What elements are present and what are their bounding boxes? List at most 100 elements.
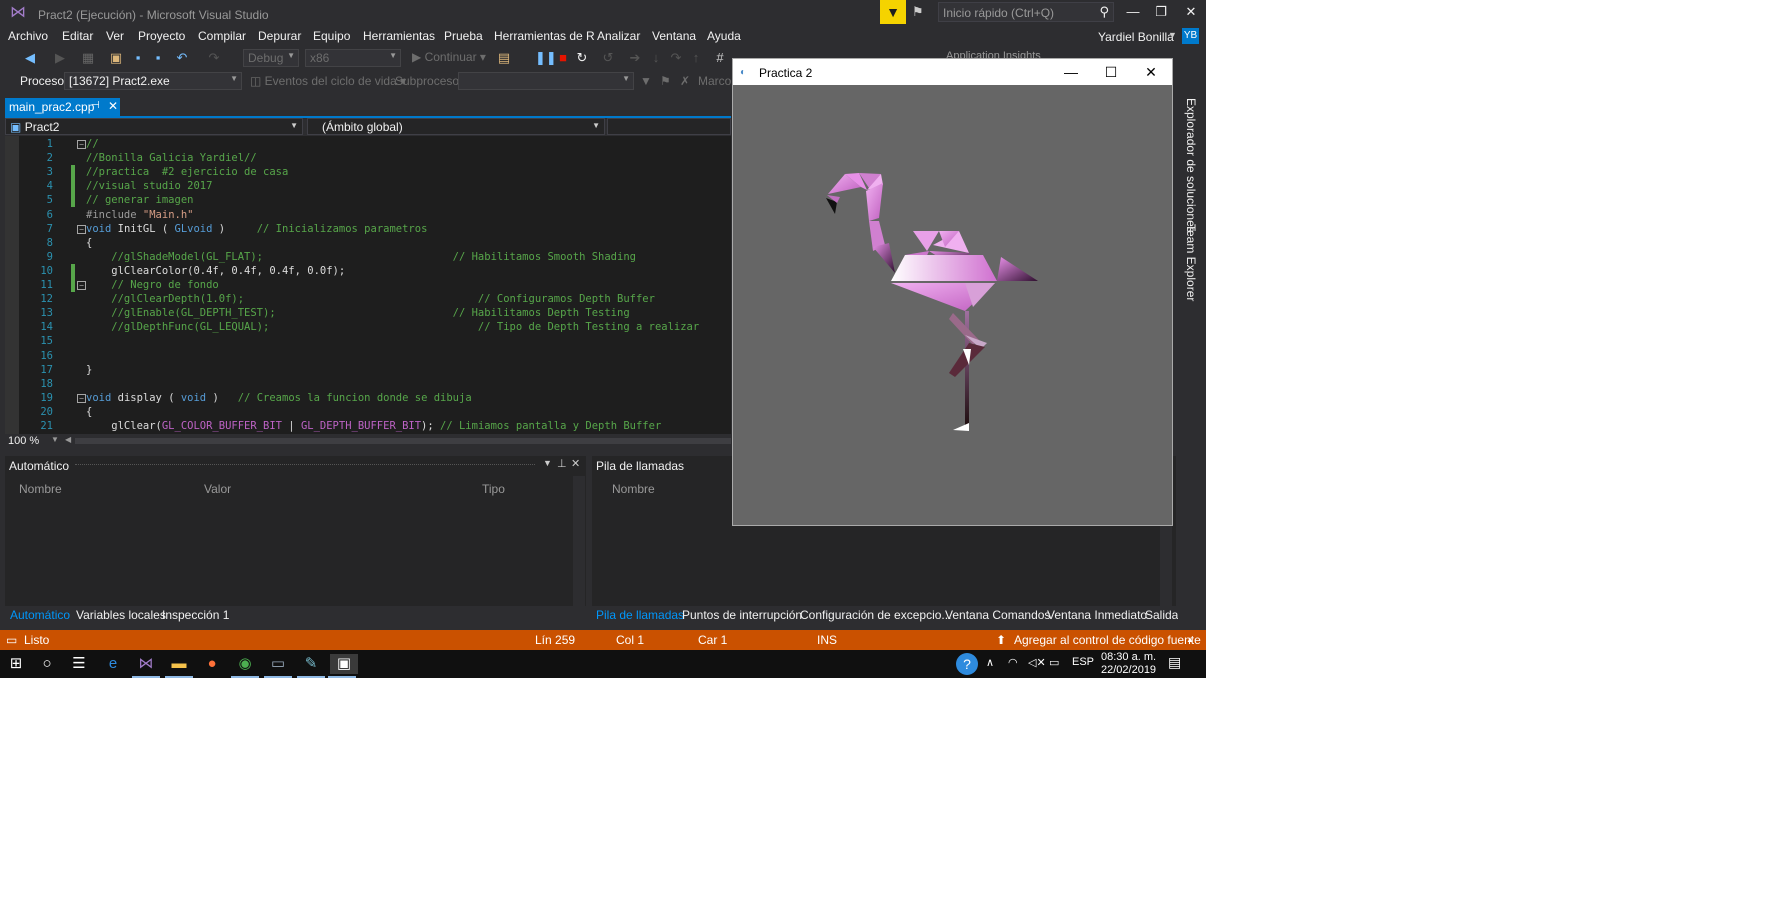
code-line[interactable]: 20 { [5, 405, 731, 419]
volume-muted-icon[interactable]: ◁✕ [1028, 656, 1046, 669]
code-line[interactable]: 5 // generar imagen [5, 193, 731, 208]
code-line[interactable]: 7 − void InitGL ( GLvoid ) // Inicializamo… [5, 222, 731, 236]
chevron-up-icon[interactable]: ▲ [1186, 635, 1194, 644]
wifi-icon[interactable]: ◠ [1008, 656, 1018, 669]
code-line[interactable]: 10 glClearColor(0.4f, 0.4f, 0.4f, 0.0f); [5, 263, 731, 278]
project-dropdown[interactable]: ▣ Pract2 ▼ [5, 118, 303, 135]
language-indicator[interactable]: ESP [1072, 656, 1094, 668]
close-button[interactable]: ✕ [1176, 2, 1206, 22]
code-line[interactable]: 1 −// [5, 137, 731, 151]
remote-desktop-icon[interactable]: ▭ [266, 654, 290, 674]
stop-icon[interactable]: ■ [555, 50, 571, 66]
code-line[interactable]: 6 #include "Main.h" [5, 208, 731, 222]
file-explorer-icon[interactable]: ▬ [167, 654, 191, 674]
code-line[interactable]: 21 glClear(GL_COLOR_BUFFER_BIT | GL_DEPT… [5, 419, 731, 433]
tab-locals[interactable]: Variables locales [76, 608, 166, 622]
restore-button[interactable]: ❐ [1146, 2, 1176, 22]
open-file-icon[interactable]: ▣ [108, 50, 124, 66]
menu-compilar[interactable]: Compilar [198, 29, 246, 43]
tab-solution-explorer[interactable]: Explorador de soluciones [1184, 98, 1198, 233]
code-line[interactable]: 18 [5, 377, 731, 391]
hot-reload-icon[interactable]: ↺ [600, 50, 616, 66]
menu-archivo[interactable]: Archivo [8, 29, 48, 43]
code-line[interactable]: 15 [5, 334, 731, 348]
firefox-icon[interactable]: ● [200, 654, 224, 674]
search-icon[interactable]: ○ [35, 654, 59, 674]
clock[interactable]: 08:30 a. m. 22/02/2019 [1101, 651, 1156, 677]
tab-command-window[interactable]: Ventana Comandos [945, 608, 1050, 622]
member-dropdown[interactable] [607, 118, 731, 135]
column-header-value[interactable]: Valor [204, 482, 231, 498]
tab-immediate-window[interactable]: Ventana Inmediato [1047, 608, 1147, 622]
redo-icon[interactable]: ↷ [206, 50, 222, 66]
pin-icon[interactable]: ⊥ [557, 457, 567, 470]
tab-breakpoints[interactable]: Puntos de interrupción [682, 608, 802, 622]
edge-icon[interactable]: e [101, 654, 125, 674]
tab-output[interactable]: Salida [1145, 608, 1178, 622]
column-header-name[interactable]: Nombre [612, 482, 655, 498]
panel-grip[interactable] [75, 464, 535, 465]
menu-depurar[interactable]: Depurar [258, 29, 301, 43]
quick-launch-input[interactable]: Inicio rápido (Ctrl+Q) ⚲ [938, 2, 1114, 22]
code-line[interactable]: 16 [5, 349, 731, 363]
visual-studio-icon[interactable]: ⋈ [134, 654, 158, 674]
code-line[interactable]: 9 //glShadeModel(GL_FLAT); // Habilitamo… [5, 250, 731, 264]
tab-main-prac2-cpp[interactable]: main_prac2.cpp ⊣ ✕ [5, 98, 120, 116]
collapse-icon[interactable]: − [77, 224, 86, 234]
step-out-icon[interactable]: ↑ [688, 50, 704, 66]
restart-icon[interactable]: ↻ [574, 50, 590, 66]
hex-display-icon[interactable]: # [712, 50, 728, 66]
feedback-icon[interactable]: ⚑ [912, 4, 930, 20]
menu-proyecto[interactable]: Proyecto [138, 29, 185, 43]
code-line[interactable]: 19 − void display ( void ) // Creamos la f… [5, 391, 731, 405]
save-icon[interactable]: ▪ [130, 50, 146, 66]
platform-dropdown[interactable]: x86 ▼ [305, 49, 401, 67]
code-line[interactable]: 12 //glClearDepth(1.0f); // Configuramos… [5, 292, 731, 306]
close-icon[interactable]: ✕ [108, 99, 118, 113]
close-button[interactable]: ✕ [1131, 62, 1171, 82]
chevron-up-icon[interactable]: ∧ [986, 656, 994, 669]
tab-call-stack[interactable]: Pila de llamadas [596, 608, 684, 622]
chevron-down-icon[interactable]: ▼ [543, 458, 552, 468]
horizontal-scrollbar[interactable] [75, 438, 731, 444]
thread-dropdown[interactable]: ▼ [458, 72, 634, 90]
menu-herramientas-r[interactable]: Herramientas de R [494, 29, 595, 43]
paint-icon[interactable]: ✎ [299, 654, 323, 674]
task-view-icon[interactable]: ☰ [67, 654, 91, 674]
continue-button[interactable]: ▶ Continuar ▾ [412, 50, 486, 64]
notification-filter-icon[interactable]: ▼ [880, 0, 906, 24]
chrome-icon[interactable]: ◉ [233, 654, 257, 674]
avatar[interactable]: YB [1182, 28, 1199, 44]
code-line[interactable]: 14 //glDepthFunc(GL_LEQUAL); // Tipo de … [5, 320, 731, 334]
help-icon[interactable]: ? [956, 653, 978, 675]
menu-prueba[interactable]: Prueba [444, 29, 483, 43]
chevron-down-icon[interactable]: ▼ [51, 435, 59, 444]
code-line[interactable]: 11 − // Negro de fondo [5, 278, 731, 292]
scroll-left-icon[interactable]: ◀ [65, 435, 71, 444]
filter-icon[interactable]: ▼ [640, 74, 652, 88]
vertical-scrollbar[interactable] [573, 476, 585, 606]
process-icon[interactable]: ▤ [496, 50, 512, 66]
output-icon[interactable]: ▭ [6, 633, 17, 647]
flag-icon[interactable]: ⚑ [660, 74, 671, 88]
forward-icon[interactable]: ▶ [52, 50, 68, 66]
code-line[interactable]: 4 //visual studio 2017 [5, 179, 731, 194]
minimize-button[interactable]: — [1118, 2, 1148, 22]
unflag-icon[interactable]: ✗ [680, 74, 690, 88]
save-all-icon[interactable]: ▪ [150, 50, 166, 66]
lifecycle-events-button[interactable]: ◫ Eventos del ciclo de vida ▾ [250, 74, 406, 88]
menu-equipo[interactable]: Equipo [313, 29, 350, 43]
opengl-app-icon[interactable]: ▣ [330, 654, 358, 674]
column-header-name[interactable]: Nombre [19, 482, 62, 498]
menu-ayuda[interactable]: Ayuda [707, 29, 741, 43]
maximize-button[interactable]: ☐ [1091, 62, 1131, 82]
collapse-icon[interactable]: − [77, 281, 86, 290]
menu-editar[interactable]: Editar [62, 29, 93, 43]
new-project-icon[interactable]: ▦ [80, 50, 96, 66]
action-center-icon[interactable]: ▤ [1168, 654, 1181, 671]
opengl-canvas[interactable] [733, 85, 1172, 525]
back-icon[interactable]: ◀ [22, 50, 38, 66]
windows-start-icon[interactable]: ⊞ [4, 654, 28, 674]
tab-autos[interactable]: Automático [10, 608, 70, 622]
battery-icon[interactable]: ▭ [1049, 656, 1059, 669]
